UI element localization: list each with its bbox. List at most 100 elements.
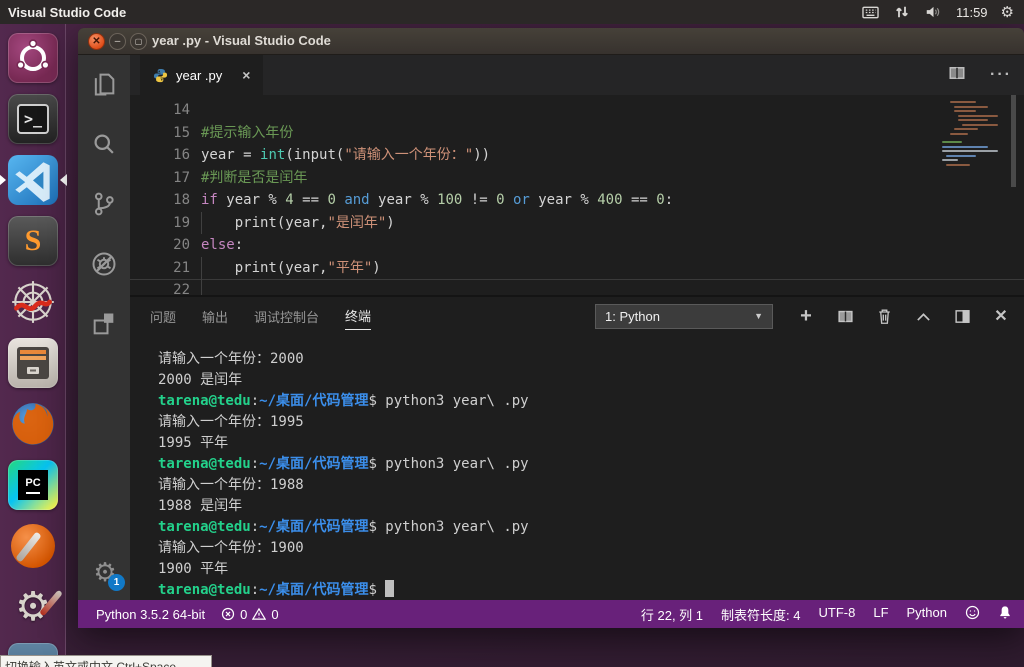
status-item[interactable]: LF — [873, 605, 888, 624]
code-text: print(year,"是闰年") — [201, 212, 395, 235]
vscode-app-icon — [8, 155, 58, 205]
panel-tabs: 问题输出调试控制台终端 — [150, 302, 397, 330]
status-bar: Python 3.5.2 64-bit 0 0 行 22, 列 1 制表符长度: … — [78, 600, 1024, 628]
minimap[interactable] — [940, 95, 1004, 295]
terminal-output[interactable]: 请输入一个年份：20002000 是闰年tarena@tedu:~/桌面/代码管… — [130, 335, 1018, 600]
settings-update-badge: 1 — [108, 574, 125, 591]
launcher-sublime-text[interactable]: S — [8, 216, 58, 266]
network-updown-icon[interactable] — [893, 3, 911, 21]
status-item[interactable]: 制表符长度: 4 — [721, 605, 800, 624]
terminal-cursor — [385, 580, 394, 597]
panel-tab-problems[interactable]: 问题 — [150, 303, 176, 330]
indent-guide — [201, 257, 202, 280]
terminal-select[interactable]: 1: Python ▼ — [595, 304, 773, 329]
window-close-button[interactable]: ✕ — [88, 33, 105, 50]
debug-disabled-icon[interactable] — [90, 250, 118, 278]
code-line-15[interactable]: 15#提示输入年份 — [130, 122, 1024, 145]
new-terminal-icon[interactable]: + — [797, 307, 815, 325]
terminal-app-icon: >_ — [17, 104, 49, 134]
tab-year-py[interactable]: year .py × — [140, 55, 263, 95]
window-maximize-button[interactable]: ▢ — [130, 33, 147, 50]
maximize-panel-chevron-icon[interactable] — [914, 307, 932, 325]
code-line-18[interactable]: 18if year % 4 == 0 and year % 100 != 0 o… — [130, 189, 1024, 212]
line-number: 16 — [130, 144, 190, 167]
code-line-21[interactable]: 21 print(year,"平年") — [130, 257, 1024, 280]
panel-tab-output[interactable]: 输出 — [202, 303, 228, 330]
keyboard-indicator-icon[interactable] — [861, 3, 880, 22]
terminal-output-line: 请输入一个年份：1995 — [158, 412, 1018, 433]
launcher-vscode[interactable] — [8, 155, 58, 205]
source-control-icon[interactable] — [90, 190, 118, 218]
unity-launcher: >_ S — [0, 24, 66, 667]
settings-gear-icon[interactable]: ⚙ 1 — [90, 557, 120, 587]
search-icon[interactable] — [90, 130, 118, 158]
terminal-output-line: 2000 是闰年 — [158, 370, 1018, 391]
window-minimize-button[interactable]: – — [109, 33, 126, 50]
code-text: #提示输入年份 — [201, 122, 293, 145]
launcher-ubuntu[interactable] — [8, 33, 58, 83]
maximize-panel-icon[interactable] — [953, 307, 971, 325]
line-number: 14 — [130, 99, 190, 122]
file-cabinet-icon — [13, 343, 53, 383]
kill-terminal-icon[interactable] — [875, 307, 893, 325]
panel-tab-debug-console[interactable]: 调试控制台 — [254, 303, 319, 330]
terminal-output-line: 1988 是闰年 — [158, 496, 1018, 517]
launcher-system-settings[interactable]: ⚙ — [8, 582, 58, 632]
minimap-row — [946, 155, 976, 157]
session-gear-icon[interactable]: ⚙ — [1001, 5, 1014, 20]
explorer-icon[interactable] — [90, 70, 118, 98]
line-number: 19 — [130, 212, 190, 235]
volume-icon[interactable] — [924, 3, 943, 21]
code-line-19[interactable]: 19 print(year,"是闰年") — [130, 212, 1024, 235]
code-line-20[interactable]: 20else: — [130, 234, 1024, 257]
minimap-row — [950, 133, 968, 135]
terminal-output-line: 请输入一个年份：1988 — [158, 475, 1018, 496]
topbar-app-title: Visual Studio Code — [0, 5, 126, 20]
editor-scrollbar[interactable] — [1011, 95, 1016, 187]
status-item[interactable]: 行 22, 列 1 — [641, 605, 703, 624]
more-actions-icon[interactable]: ··· — [990, 66, 1012, 84]
input-method-tooltip: 切换输入英文或中文 Ctrl+Space — [0, 655, 212, 667]
code-line-16[interactable]: 16year = int(input("请输入一个年份：")) — [130, 144, 1024, 167]
tab-close-icon[interactable]: × — [242, 67, 250, 83]
chevron-down-icon: ▼ — [754, 311, 763, 321]
window-titlebar[interactable]: ✕ – ▢ year .py - Visual Studio Code — [78, 28, 1024, 55]
panel-tab-terminal[interactable]: 终端 — [345, 302, 371, 330]
status-item[interactable]: UTF-8 — [819, 605, 856, 624]
launcher-terminal[interactable]: >_ — [8, 94, 58, 144]
line-number: 21 — [130, 257, 190, 280]
launcher-pycharm[interactable]: PC — [8, 460, 58, 510]
activity-bar: ⚙ 1 — [78, 55, 130, 600]
terminal-output-line: 请输入一个年份：2000 — [158, 349, 1018, 370]
launcher-software-tool[interactable] — [8, 521, 58, 571]
terminal-prompt-line: tarena@tedu:~/桌面/代码管理$ python3 year\ .py — [158, 391, 1018, 412]
launcher-web-app[interactable] — [8, 277, 58, 327]
code-line-17[interactable]: 17#判断是否是闰年 — [130, 167, 1024, 190]
minimap-row — [954, 128, 978, 130]
feedback-smiley-icon[interactable] — [965, 605, 980, 623]
tab-label: year .py — [176, 68, 222, 83]
window-title: year .py - Visual Studio Code — [152, 28, 331, 54]
firefox-icon — [8, 399, 58, 449]
launcher-firefox[interactable] — [8, 399, 58, 449]
clock[interactable]: 11:59 — [956, 5, 988, 20]
launcher-files[interactable] — [8, 338, 58, 388]
code-line-22[interactable]: 22 — [130, 279, 1024, 295]
code-line-14[interactable]: 14 — [130, 99, 1024, 122]
problems-status[interactable]: 0 0 — [221, 607, 278, 622]
code-editor[interactable]: 1415#提示输入年份16year = int(input("请输入一个年份："… — [130, 95, 1024, 295]
extensions-icon[interactable] — [90, 310, 118, 338]
split-terminal-icon[interactable] — [836, 307, 854, 325]
code-text: print(year,"平年") — [201, 257, 381, 280]
minimap-row — [954, 106, 988, 108]
status-item[interactable]: Python — [907, 605, 947, 624]
python-interpreter-status[interactable]: Python 3.5.2 64-bit — [96, 607, 205, 622]
split-editor-icon[interactable] — [948, 65, 966, 86]
close-panel-icon[interactable]: ✕ — [992, 307, 1010, 325]
notifications-bell-icon[interactable] — [998, 605, 1012, 623]
panel-header: 问题输出调试控制台终端 1: Python ▼ + — [130, 297, 1024, 335]
terminal-output-line: 1995 平年 — [158, 433, 1018, 454]
warning-icon — [252, 607, 266, 621]
vscode-window: ✕ – ▢ year .py - Visual Studio Code year… — [78, 28, 1024, 628]
editor-tabbar: year .py × ··· — [130, 55, 1024, 95]
